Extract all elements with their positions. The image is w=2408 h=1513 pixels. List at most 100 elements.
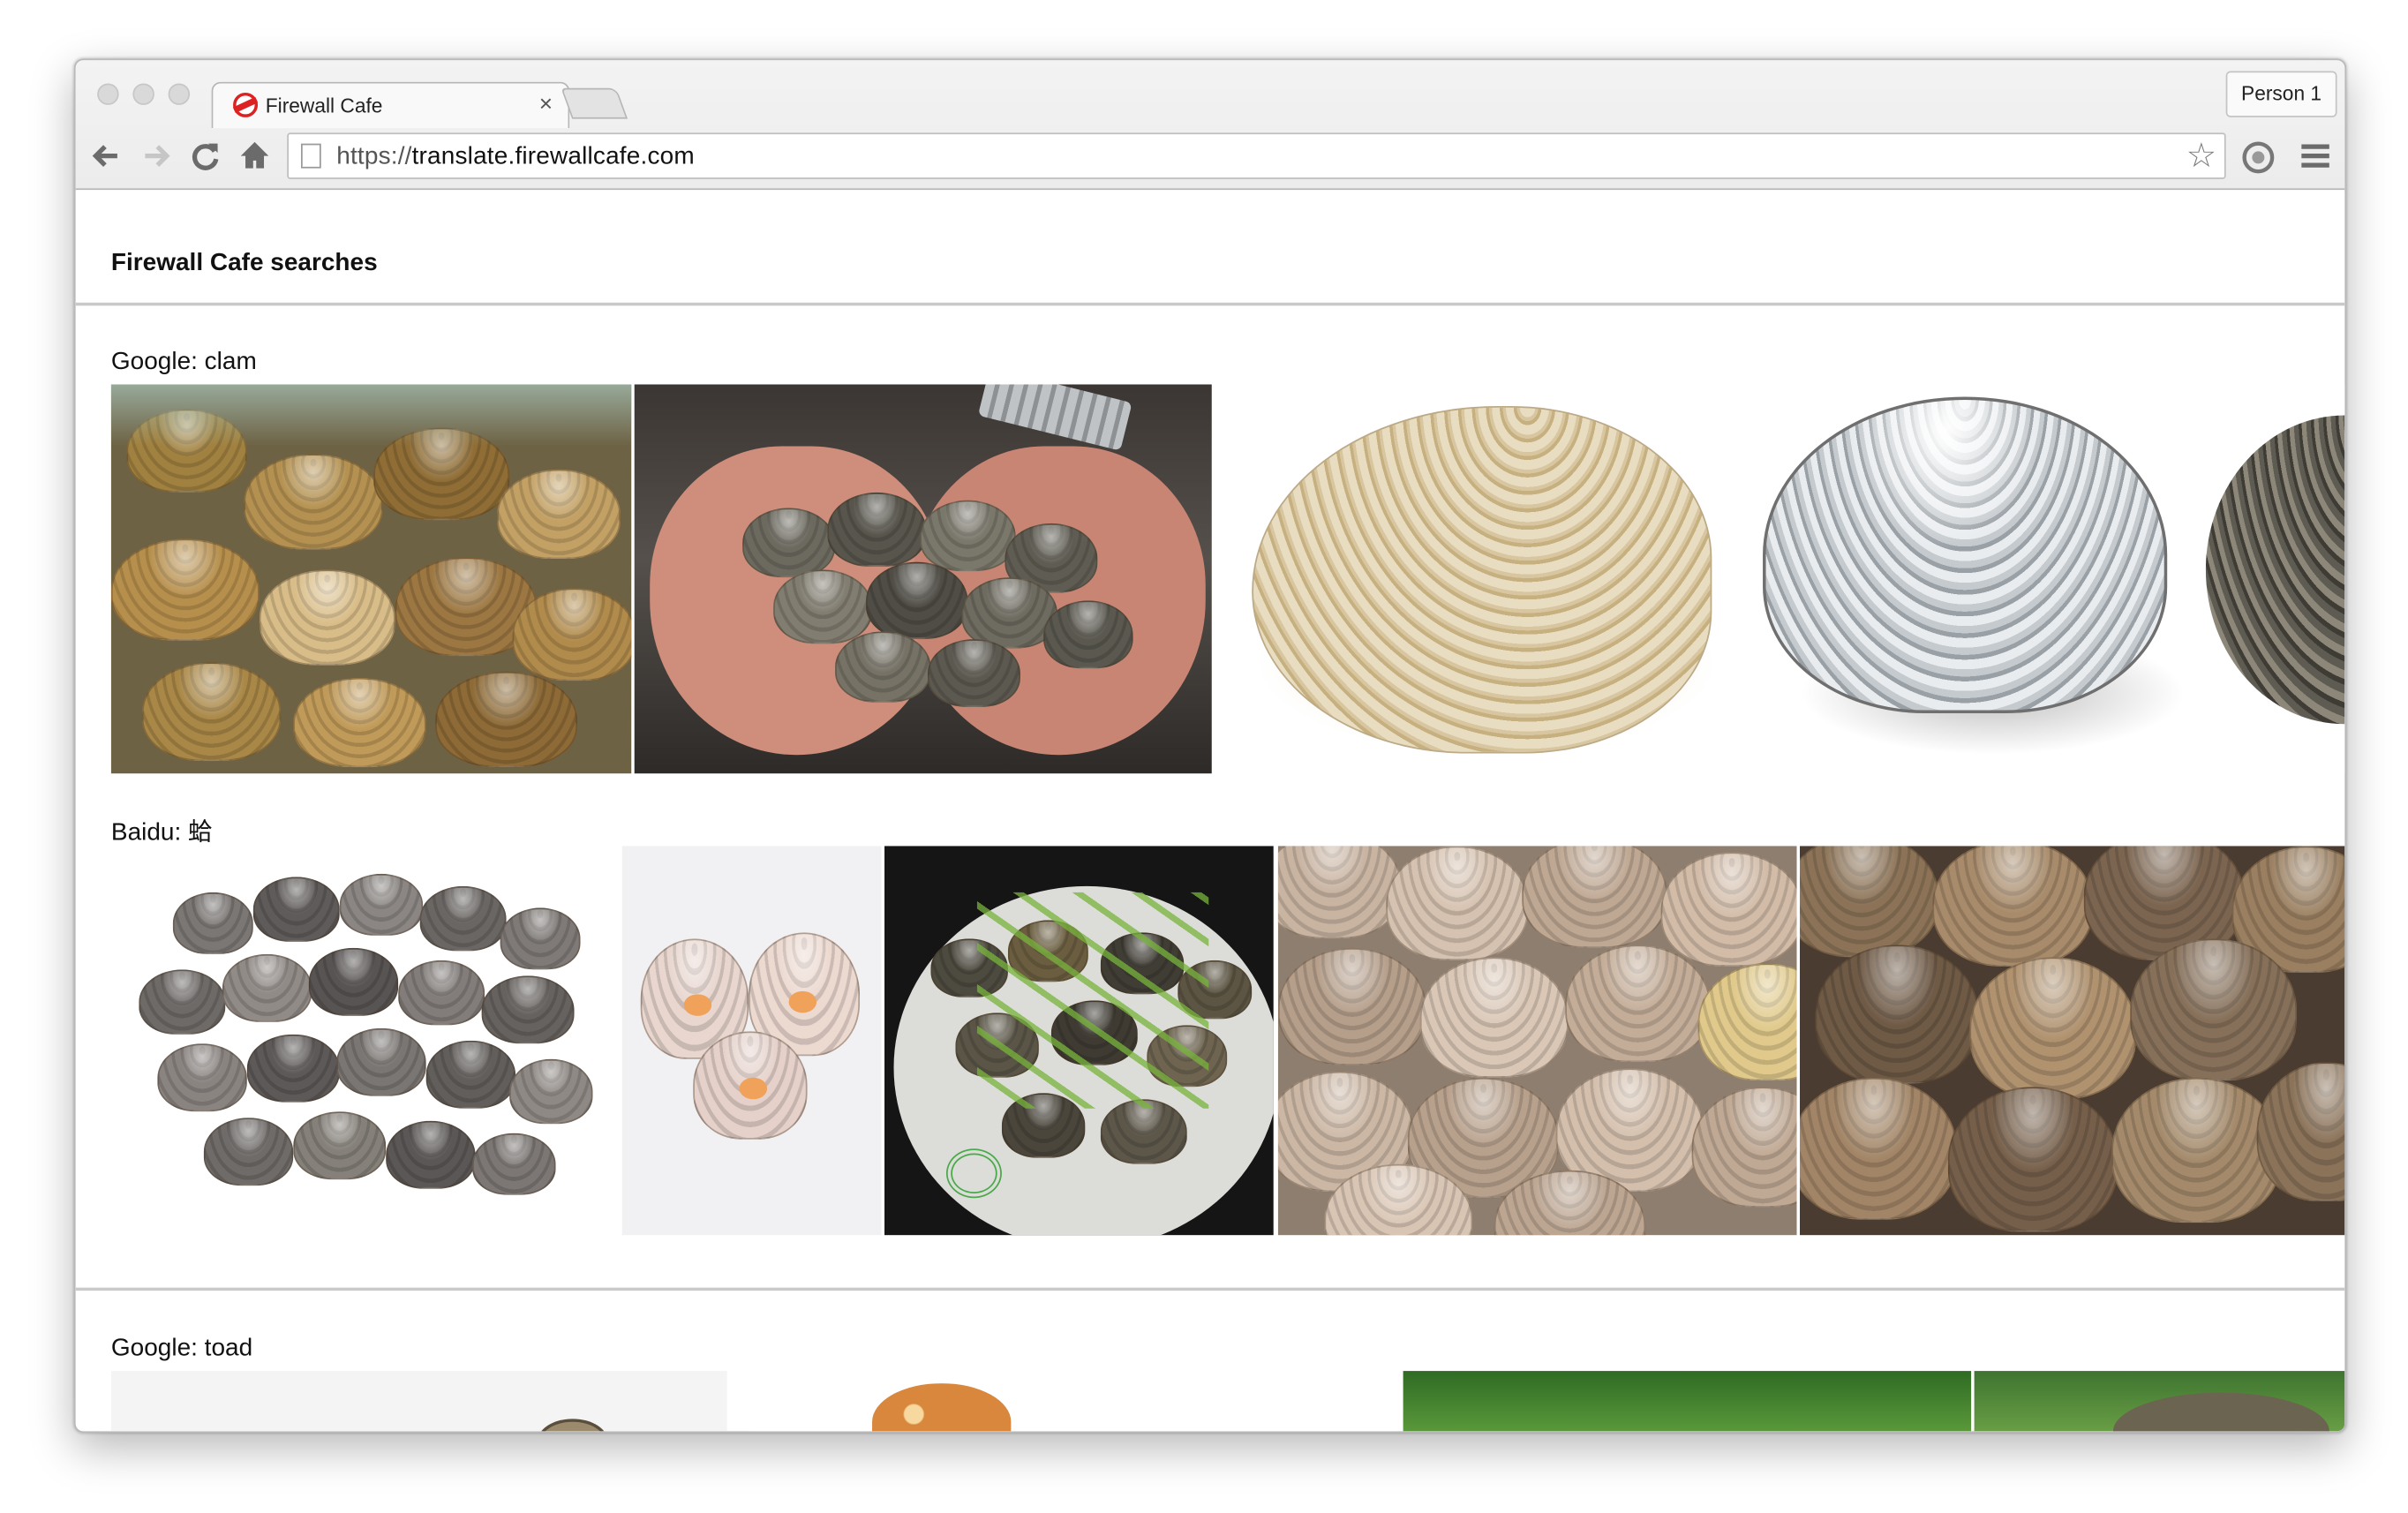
clam-shape xyxy=(500,907,581,970)
section-label-google-toad: Google: toad xyxy=(110,1335,253,1362)
firewall-cafe-favicon-icon xyxy=(233,92,259,117)
clam-shape xyxy=(472,1133,556,1195)
image-google-toad-4[interactable] xyxy=(1974,1371,2345,1432)
image-baidu-3[interactable] xyxy=(884,846,1274,1236)
scallop-meat xyxy=(739,1077,768,1100)
minimize-window-button[interactable] xyxy=(132,83,154,105)
image-baidu-5[interactable] xyxy=(1800,846,2345,1236)
clam-shape xyxy=(293,677,426,768)
clam-shape xyxy=(1043,600,1133,669)
image-google-toad-2[interactable] xyxy=(749,1371,1397,1432)
new-tab-button[interactable] xyxy=(561,87,628,119)
image-baidu-4[interactable] xyxy=(1277,846,1797,1236)
clam-shape xyxy=(1691,1087,1797,1208)
toad-shape xyxy=(537,1419,608,1432)
page-content: Firewall Cafe searches Google: clam Baid… xyxy=(75,191,2345,1432)
clam-shape xyxy=(1386,846,1529,960)
clam-shape xyxy=(920,500,1016,572)
image-google-clam-3[interactable] xyxy=(1236,384,1731,774)
page-title: Firewall Cafe searches xyxy=(110,250,378,277)
clam-shape xyxy=(2130,938,2298,1081)
section-label-baidu-clam: Baidu: 蛤 xyxy=(110,819,214,847)
clam-shape xyxy=(308,947,399,1016)
star-icon[interactable]: ☆ xyxy=(2186,136,2217,176)
image-google-clam-1[interactable] xyxy=(110,384,632,774)
clam-shape xyxy=(1932,846,2094,967)
clam-shape xyxy=(259,569,395,666)
extension-icon[interactable] xyxy=(2239,139,2276,176)
clam-shape xyxy=(339,873,424,936)
image-google-clam-2[interactable] xyxy=(634,384,1212,774)
clam-shape xyxy=(425,1040,516,1109)
clam-shape xyxy=(927,639,1020,708)
clam-shape xyxy=(293,1111,387,1180)
zoom-window-button[interactable] xyxy=(168,83,191,105)
image-google-clam-4[interactable] xyxy=(1750,384,2199,774)
browser-toolbar: Firewall Cafe × Person 1 https://transla… xyxy=(75,60,2345,191)
clam-shape xyxy=(827,492,927,567)
clam-shape xyxy=(1100,1099,1187,1164)
image-google-toad-3[interactable] xyxy=(1403,1371,1972,1432)
garnish-swirl xyxy=(945,1148,1002,1199)
scallop-meat xyxy=(788,990,817,1013)
clam-shape xyxy=(1565,945,1711,1063)
page-icon xyxy=(301,143,321,169)
clam-shape xyxy=(244,454,383,550)
close-window-button[interactable] xyxy=(97,83,119,105)
watch xyxy=(977,384,1133,451)
divider xyxy=(75,302,2345,306)
clam-shape xyxy=(512,588,632,681)
clam-shape xyxy=(866,561,968,640)
clam-shell xyxy=(2205,415,2345,725)
home-icon[interactable] xyxy=(237,139,274,176)
clam-shell xyxy=(1763,396,2168,714)
toad-shape xyxy=(2112,1392,2329,1432)
clam-shape xyxy=(1522,846,1667,948)
profile-button[interactable]: Person 1 xyxy=(2225,71,2337,117)
clam-shape xyxy=(157,1043,247,1112)
image-baidu-2[interactable] xyxy=(621,846,882,1236)
scallop-meat xyxy=(683,994,712,1016)
clam-shape xyxy=(497,469,621,560)
clam-shape xyxy=(1969,957,2137,1100)
image-baidu-1[interactable] xyxy=(110,846,618,1236)
reload-icon[interactable] xyxy=(187,139,224,176)
clam-shape xyxy=(1800,846,1939,958)
clam-shape xyxy=(1947,1087,2118,1232)
clam-shape xyxy=(435,671,578,768)
clam-shape xyxy=(835,631,931,703)
clam-shape xyxy=(509,1058,593,1125)
menu-icon[interactable] xyxy=(2297,139,2334,176)
forward-icon[interactable] xyxy=(138,139,175,176)
toad-shape xyxy=(872,1383,1012,1432)
clam-shape xyxy=(1660,852,1797,967)
divider xyxy=(75,1287,2345,1291)
clam-shape xyxy=(110,538,260,641)
url-text[interactable]: https://translate.firewallcafe.com xyxy=(336,144,695,171)
tab-close-icon[interactable]: × xyxy=(539,91,553,117)
clam-shape xyxy=(1277,846,1402,939)
image-google-clam-5[interactable] xyxy=(2202,384,2345,774)
clam-shape xyxy=(139,969,226,1035)
clam-shape xyxy=(1697,963,1797,1081)
clam-shape xyxy=(252,877,340,942)
clam-shape xyxy=(222,953,312,1022)
tab-firewall-cafe[interactable]: Firewall Cafe × xyxy=(211,81,570,129)
clam-shell xyxy=(1252,405,1712,754)
clam-shape xyxy=(386,1120,476,1189)
address-bar[interactable]: https://translate.firewallcafe.com ☆ xyxy=(287,132,2226,179)
section-label-google-clam: Google: clam xyxy=(110,349,257,376)
tab-title: Firewall Cafe xyxy=(265,94,383,117)
clam-shape xyxy=(398,960,485,1026)
clam-shape xyxy=(1800,1077,1958,1220)
clam-shape xyxy=(246,1034,340,1103)
back-icon[interactable] xyxy=(88,139,125,176)
clam-shape xyxy=(2256,1062,2345,1201)
image-google-toad-1[interactable] xyxy=(110,1371,727,1432)
clam-shape xyxy=(2111,1077,2282,1223)
clam-shape xyxy=(172,892,253,954)
clam-shape xyxy=(742,508,836,578)
clam-shape xyxy=(1277,947,1426,1065)
clam-shape xyxy=(203,1118,294,1186)
clam-shape xyxy=(1815,945,1979,1084)
